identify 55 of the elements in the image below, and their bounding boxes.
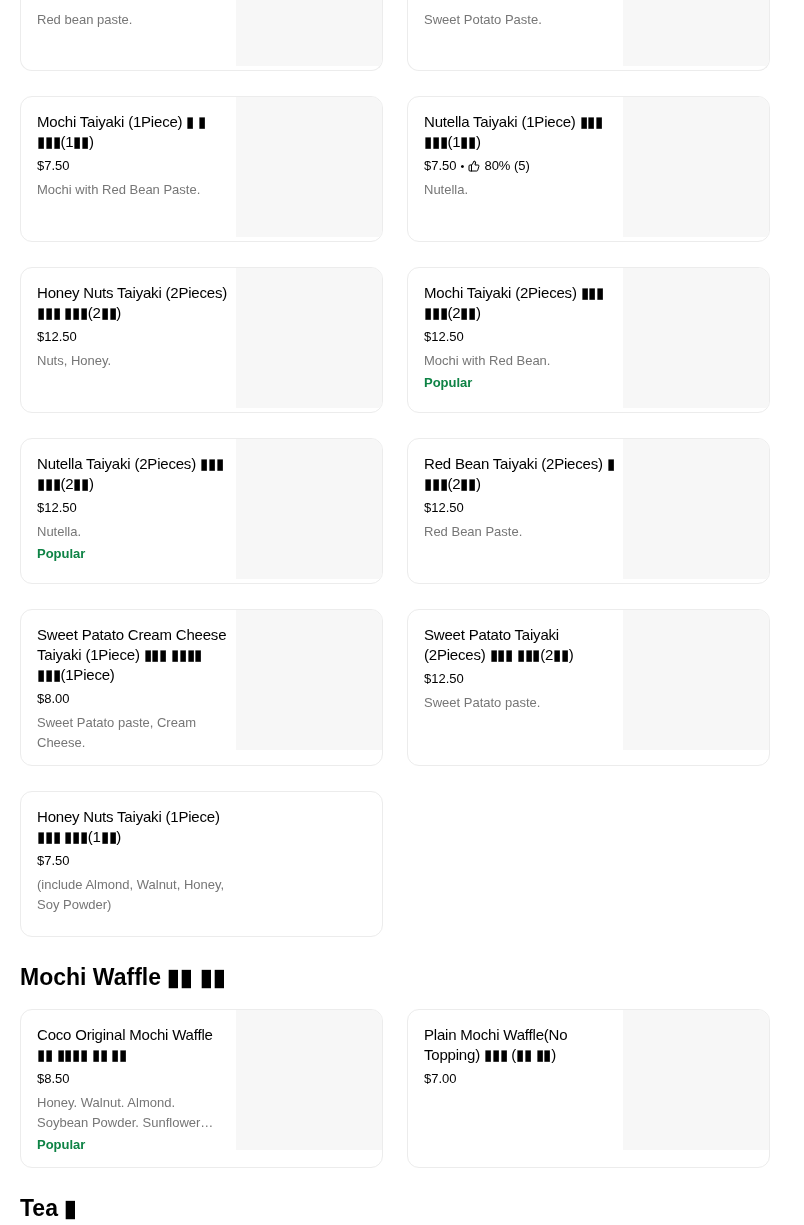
menu-item-card[interactable]: Sweet Patato Taiyaki (2Pieces) ▮▮▮ ▮▮▮(2▮▮) $12.50 Sweet Patato paste.: [407, 609, 770, 766]
menu-item-card[interactable]: Honey Nuts Taiyaki (2Pieces) ▮▮▮ ▮▮▮(2▮▮) $12.50 Nuts, Honey.: [20, 267, 383, 413]
item-price: $12.50: [424, 328, 464, 346]
menu-item-card[interactable]: Sweet Potato Paste.: [407, 0, 770, 71]
item-price: $12.50: [424, 499, 464, 517]
item-title: Coco Original Mochi Waffle ▮▮ ▮▮▮▮ ▮▮ ▮▮: [37, 1025, 214, 1065]
menu-item-card[interactable]: Coco Original Mochi Waffle ▮▮ ▮▮▮▮ ▮▮ ▮▮ $8.50 Honey. Walnut. Almond. Soybean Powder. Sunflower… Popular: [20, 1009, 383, 1168]
menu-item-card[interactable]: Mochi Taiyaki (2Pieces) ▮▮▮ ▮▮▮(2▮▮) $12.50 Mochi with Red Bean. Popular: [407, 267, 770, 413]
item-price: $8.50: [37, 1070, 70, 1088]
popular-label: Popular: [37, 1136, 87, 1154]
menu-item-card[interactable]: Red bean paste.: [20, 0, 383, 71]
menu-item-card[interactable]: Plain Mochi Waffle(No Topping) ▮▮▮ (▮▮ ▮▮) $7.00: [407, 1009, 770, 1168]
item-description: Red bean paste.: [37, 11, 134, 29]
popular-label: Popular: [37, 545, 87, 563]
item-description: Red Bean Paste.: [424, 523, 524, 541]
item-price: $7.50: [424, 157, 457, 175]
item-description: Honey. Walnut. Almond. Soybean Powder. Sunflower…: [37, 1094, 215, 1132]
item-price: $12.50: [37, 499, 77, 517]
item-description: Sweet Patato paste, Cream Cheese.: [37, 714, 197, 752]
item-description: Mochi with Red Bean Paste.: [37, 181, 202, 199]
item-title: Honey Nuts Taiyaki (1Piece) ▮▮▮ ▮▮▮(1▮▮): [37, 807, 221, 847]
item-description: Sweet Potato Paste.: [424, 11, 543, 29]
item-title: Sweet Patato Cream Cheese Taiyaki (1Piece) ▮▮▮ ▮▮▮▮ ▮▮▮(1Piece): [37, 625, 228, 685]
item-price: $12.50: [424, 670, 464, 688]
item-title: Honey Nuts Taiyaki (2Pieces) ▮▮▮ ▮▮▮(2▮▮): [37, 283, 228, 323]
menu-item-card[interactable]: Sweet Patato Cream Cheese Taiyaki (1Piece) ▮▮▮ ▮▮▮▮ ▮▮▮(1Piece) $8.00 Sweet Patato paste, Cream Cheese.: [20, 609, 383, 766]
item-description: Sweet Patato paste.: [424, 694, 542, 712]
menu-item-card[interactable]: Mochi Taiyaki (1Piece) ▮ ▮ ▮▮▮(1▮▮) $7.50 Mochi with Red Bean Paste.: [20, 96, 383, 242]
item-description: Nuts, Honey.: [37, 352, 113, 370]
popular-label: Popular: [424, 374, 474, 392]
item-rating: 80% (5): [484, 157, 530, 175]
item-title: Plain Mochi Waffle(No Topping) ▮▮▮ (▮▮ ▮▮): [424, 1025, 569, 1065]
item-price: $8.00: [37, 690, 70, 708]
item-title: Nutella Taiyaki (2Pieces) ▮▮▮ ▮▮▮(2▮▮): [37, 454, 225, 494]
separator-dot: •: [460, 159, 465, 174]
menu-item-card[interactable]: Nutella Taiyaki (2Pieces) ▮▮▮ ▮▮▮(2▮▮) $12.50 Nutella. Popular: [20, 438, 383, 584]
section-heading: Mochi Waffle ▮▮ ▮▮: [20, 963, 227, 991]
item-description: (include Almond, Walnut, Honey, Soy Powder): [37, 876, 226, 914]
thumbs-up-icon: [468, 160, 481, 172]
menu-item-card[interactable]: Red Bean Taiyaki (2Pieces) ▮ ▮▮▮(2▮▮) $12.50 Red Bean Paste.: [407, 438, 770, 584]
item-title: Sweet Patato Taiyaki (2Pieces) ▮▮▮ ▮▮▮(2▮▮): [424, 625, 575, 665]
section-heading: Tea ▮: [20, 1194, 79, 1222]
menu-item-card[interactable]: Nutella Taiyaki (1Piece) ▮▮▮ ▮▮▮(1▮▮) $7.50 • 80% (5) Nutella.: [407, 96, 770, 242]
item-price: $7.50: [37, 852, 70, 870]
item-price: $7.00: [424, 1070, 457, 1088]
item-title: Mochi Taiyaki (1Piece) ▮ ▮ ▮▮▮(1▮▮): [37, 112, 207, 152]
item-title: Red Bean Taiyaki (2Pieces) ▮ ▮▮▮(2▮▮): [424, 454, 615, 494]
item-description: Nutella.: [424, 181, 470, 199]
item-description: Nutella.: [37, 523, 83, 541]
item-price: $12.50: [37, 328, 77, 346]
item-title: Nutella Taiyaki (1Piece) ▮▮▮ ▮▮▮(1▮▮): [424, 112, 605, 152]
menu-item-card[interactable]: Honey Nuts Taiyaki (1Piece) ▮▮▮ ▮▮▮(1▮▮) $7.50 (include Almond, Walnut, Honey, Soy Powder): [20, 791, 383, 937]
item-price: $7.50: [37, 157, 70, 175]
item-description: Mochi with Red Bean.: [424, 352, 552, 370]
item-title: Mochi Taiyaki (2Pieces) ▮▮▮ ▮▮▮(2▮▮): [424, 283, 606, 323]
